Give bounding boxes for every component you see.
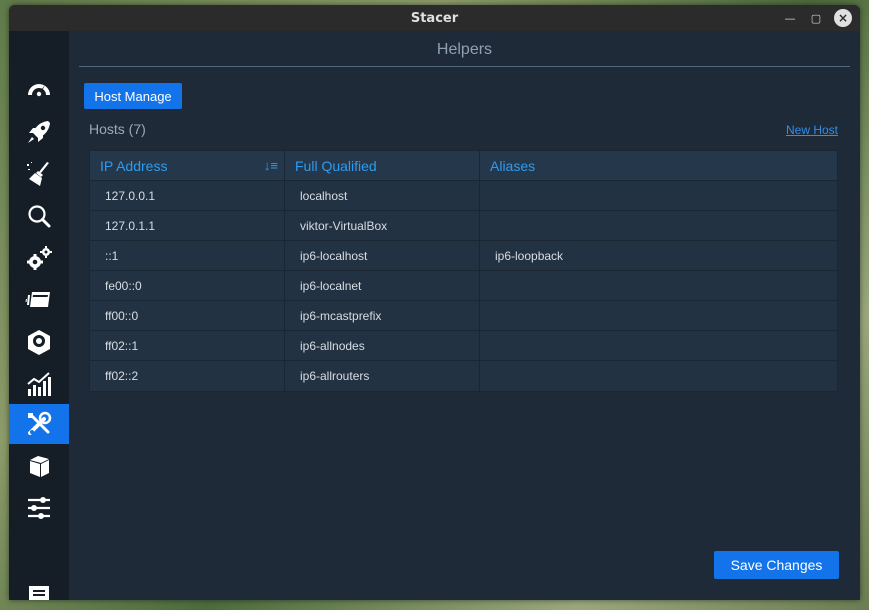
table-header: IP Address ↓≡ Full Qualified Aliases xyxy=(90,151,837,181)
sidebar-item-services[interactable] xyxy=(9,238,69,278)
search-icon xyxy=(28,205,51,228)
hostname-cell: ip6-localnet xyxy=(285,271,480,300)
hostname-cell: ip6-allnodes xyxy=(285,331,480,360)
tab-host-manage[interactable]: Host Manage xyxy=(84,83,182,109)
tools-icon xyxy=(28,411,52,435)
window-controls: — ▢ × xyxy=(782,9,852,27)
aliases-cell xyxy=(480,181,837,210)
sidebar-item-processes[interactable] xyxy=(9,280,69,320)
new-host-link[interactable]: New Host xyxy=(786,123,838,137)
sort-ascending-icon: ↓≡ xyxy=(263,158,278,173)
aliases-cell: ip6-loopback xyxy=(495,249,564,263)
maximize-icon[interactable]: ▢ xyxy=(808,12,824,25)
hostname-cell: viktor-VirtualBox xyxy=(285,211,480,240)
hostname-cell: localhost xyxy=(285,181,480,210)
sidebar-item-feedback[interactable] xyxy=(9,576,69,600)
save-changes-button[interactable]: Save Changes xyxy=(714,551,839,579)
aliases-cell xyxy=(480,361,837,391)
table-row[interactable]: 127.0.1.1 viktor-VirtualBox xyxy=(90,211,837,241)
table-row[interactable]: ::1 ip6-localhost ip6-loopback xyxy=(90,241,837,271)
sidebar-item-startup[interactable] xyxy=(9,112,69,152)
table-row[interactable]: ff02::2 ip6-allrouters xyxy=(90,361,837,391)
ip-cell: ::1 xyxy=(90,241,285,270)
uninstaller-icon xyxy=(28,330,50,355)
main-content: Helpers Host Manage Hosts (7) New Host I… xyxy=(69,31,860,600)
sidebar xyxy=(9,31,69,600)
dashboard-icon xyxy=(28,84,50,97)
minimize-icon[interactable]: — xyxy=(782,12,798,25)
hosts-count-label: Hosts (7) xyxy=(89,121,146,137)
sliders-icon xyxy=(28,497,50,519)
ip-cell: fe00::0 xyxy=(90,271,285,300)
column-header-full-qualified[interactable]: Full Qualified xyxy=(285,151,480,180)
ip-cell: ff02::1 xyxy=(90,331,285,360)
table-row[interactable]: 127.0.0.1 localhost xyxy=(90,181,837,211)
sidebar-item-dashboard[interactable] xyxy=(9,70,69,110)
sidebar-item-search[interactable] xyxy=(9,196,69,236)
gears-icon xyxy=(27,246,52,270)
processes-icon xyxy=(25,292,50,307)
column-header-label: IP Address xyxy=(100,158,168,174)
ip-cell: ff02::2 xyxy=(90,361,285,391)
page-title: Helpers xyxy=(79,39,850,67)
aliases-cell xyxy=(480,271,837,300)
hostname-cell: ip6-localhost xyxy=(285,241,480,270)
column-header-aliases[interactable]: Aliases xyxy=(480,151,837,180)
hostname-cell: ip6-mcastprefix xyxy=(285,301,480,330)
ip-cell: 127.0.1.1 xyxy=(90,211,285,240)
resources-chart-icon xyxy=(27,372,51,396)
sidebar-item-resources[interactable] xyxy=(9,364,69,404)
rocket-icon xyxy=(28,121,50,143)
window-title: Stacer xyxy=(410,10,459,26)
aliases-cell xyxy=(480,211,837,240)
title-bar: Stacer — ▢ × xyxy=(9,5,860,31)
aliases-cell xyxy=(480,331,837,360)
sidebar-item-cleaner[interactable] xyxy=(9,154,69,194)
package-icon xyxy=(30,456,49,477)
ip-cell: 127.0.0.1 xyxy=(90,181,285,210)
column-header-ip-address[interactable]: IP Address ↓≡ xyxy=(90,151,285,180)
hosts-table: IP Address ↓≡ Full Qualified Aliases 127… xyxy=(89,150,838,392)
sidebar-item-helpers[interactable] xyxy=(9,404,69,444)
close-icon[interactable]: × xyxy=(834,9,852,27)
feedback-icon xyxy=(29,586,49,600)
sidebar-item-settings[interactable] xyxy=(9,488,69,528)
sidebar-item-uninstaller[interactable] xyxy=(9,322,69,362)
ip-cell: ff00::0 xyxy=(90,301,285,330)
broom-icon xyxy=(27,162,49,186)
hostname-cell: ip6-allrouters xyxy=(285,361,480,391)
aliases-cell xyxy=(480,301,837,330)
app-window: Stacer — ▢ × Helpers Host Manage Hosts (… xyxy=(9,5,860,600)
sidebar-item-apt[interactable] xyxy=(9,446,69,486)
table-row[interactable]: ff02::1 ip6-allnodes xyxy=(90,331,837,361)
table-row[interactable]: fe00::0 ip6-localnet xyxy=(90,271,837,301)
table-row[interactable]: ff00::0 ip6-mcastprefix xyxy=(90,301,837,331)
